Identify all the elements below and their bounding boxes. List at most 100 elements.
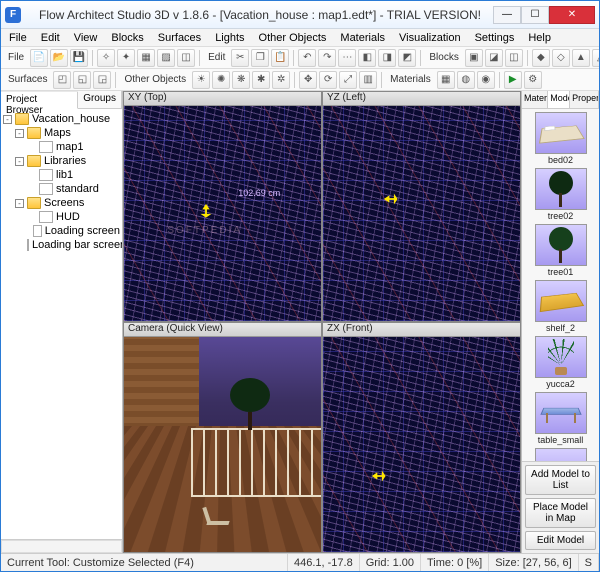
viewport-camera[interactable]: Camera (Quick View) <box>124 323 321 552</box>
object-icon[interactable]: ✱ <box>252 71 270 89</box>
tool-icon[interactable]: ◇ <box>552 49 570 67</box>
menu-view[interactable]: View <box>68 31 104 45</box>
undo-icon[interactable]: ↶ <box>298 49 316 67</box>
tool-icon[interactable]: ⋯ <box>338 49 356 67</box>
play-icon[interactable]: ▶ <box>504 71 522 89</box>
menu-lights[interactable]: Lights <box>209 31 250 45</box>
tool-icon[interactable]: ◆ <box>532 49 550 67</box>
viewport-xy-top[interactable]: XY (Top) 102.69 cm SOFTPEDIA <box>124 92 321 321</box>
material-icon[interactable]: ▦ <box>437 71 455 89</box>
tool-icon[interactable]: ◧ <box>358 49 376 67</box>
surface-icon[interactable]: ◲ <box>93 71 111 89</box>
cut-icon[interactable]: ✂ <box>231 49 249 67</box>
menu-blocks[interactable]: Blocks <box>105 31 149 45</box>
tab-groups[interactable]: Groups <box>78 91 122 108</box>
place-model-button[interactable]: Place Model in Map <box>525 498 596 528</box>
menu-materials[interactable]: Materials <box>334 31 391 45</box>
tool-icon[interactable]: ⚙ <box>524 71 542 89</box>
toolbar-label-other-objects: Other Objects <box>120 74 190 85</box>
add-model-button[interactable]: Add Model to List <box>525 465 596 495</box>
model-label: bed02 <box>548 155 573 165</box>
surface-icon[interactable]: ◰ <box>53 71 71 89</box>
maximize-button[interactable]: ☐ <box>521 6 549 24</box>
gizmo-arrow-icon <box>370 465 392 487</box>
material-icon[interactable]: ◉ <box>477 71 495 89</box>
menu-edit[interactable]: Edit <box>35 31 66 45</box>
paste-icon[interactable]: 📋 <box>271 49 289 67</box>
block-icon[interactable]: ◪ <box>485 49 503 67</box>
tool-icon[interactable]: ▥ <box>359 71 377 89</box>
model-item-shelf1[interactable]: shelf1 <box>533 448 589 461</box>
tree-item-loading-bar-screen[interactable]: Loading bar screen <box>3 238 120 252</box>
tree-label: lib1 <box>56 169 73 181</box>
model-item-table-small[interactable]: table_small <box>533 392 589 445</box>
scale-icon[interactable]: ⤢ <box>339 71 357 89</box>
tree-label: Maps <box>44 127 71 139</box>
menu-file[interactable]: File <box>3 31 33 45</box>
tree-maps[interactable]: -Maps <box>3 126 120 140</box>
model-item-bed02[interactable]: bed02 <box>533 112 589 165</box>
tool-icon[interactable]: ▨ <box>157 49 175 67</box>
tree-label: Loading bar screen <box>32 239 122 251</box>
viewport-zx-front[interactable]: ZX (Front) <box>323 323 520 552</box>
menu-help[interactable]: Help <box>522 31 557 45</box>
viewport-title: ZX (Front) <box>323 323 520 337</box>
tab-models[interactable]: Models <box>548 91 570 108</box>
tree-label: map1 <box>56 141 84 153</box>
tool-icon[interactable]: ✦ <box>117 49 135 67</box>
save-icon[interactable]: 💾 <box>70 49 88 67</box>
project-tree[interactable]: -Vacation_house -Maps map1 -Libraries li… <box>1 109 122 539</box>
redo-icon[interactable]: ↷ <box>318 49 336 67</box>
minimize-button[interactable]: ― <box>493 6 521 24</box>
tab-properties[interactable]: Properties <box>570 91 599 108</box>
viewport-title: YZ (Left) <box>323 92 520 106</box>
menu-settings[interactable]: Settings <box>469 31 521 45</box>
surface-icon[interactable]: ◱ <box>73 71 91 89</box>
object-icon[interactable]: ☀ <box>192 71 210 89</box>
new-icon[interactable]: 📄 <box>30 49 48 67</box>
tree-item-hud[interactable]: HUD <box>3 210 120 224</box>
tool-icon[interactable]: ▲ <box>572 49 590 67</box>
block-icon[interactable]: ◫ <box>505 49 523 67</box>
menu-visualization[interactable]: Visualization <box>393 31 467 45</box>
model-item-tree02[interactable]: tree02 <box>533 168 589 221</box>
tool-icon[interactable]: ✧ <box>97 49 115 67</box>
status-coords: 446.1, -17.8 <box>288 554 360 571</box>
object-icon[interactable]: ✲ <box>272 71 290 89</box>
model-item-shelf2[interactable]: shelf_2 <box>533 280 589 333</box>
block-icon[interactable]: ▣ <box>465 49 483 67</box>
rotate-icon[interactable]: ⟳ <box>319 71 337 89</box>
copy-icon[interactable]: ❐ <box>251 49 269 67</box>
model-list[interactable]: bed02 tree02 tree01 shelf_2 yucca2 table… <box>522 109 599 461</box>
model-item-yucca2[interactable]: yucca2 <box>533 336 589 389</box>
tree-item-loading-screen[interactable]: Loading screen <box>3 224 120 238</box>
object-icon[interactable]: ✺ <box>212 71 230 89</box>
render-tree <box>230 378 270 428</box>
menu-surfaces[interactable]: Surfaces <box>152 31 207 45</box>
tool-icon[interactable]: △ <box>592 49 599 67</box>
tool-icon[interactable]: ◨ <box>378 49 396 67</box>
tree-libraries[interactable]: -Libraries <box>3 154 120 168</box>
tree-item-standard[interactable]: standard <box>3 182 120 196</box>
tree-item-map1[interactable]: map1 <box>3 140 120 154</box>
tool-icon[interactable]: ◫ <box>177 49 195 67</box>
viewport-yz-left[interactable]: YZ (Left) <box>323 92 520 321</box>
project-browser-panel: Project Browser Groups -Vacation_house -… <box>1 91 123 553</box>
tree-item-lib1[interactable]: lib1 <box>3 168 120 182</box>
edit-model-button[interactable]: Edit Model <box>525 531 596 550</box>
close-button[interactable]: ✕ <box>549 6 595 24</box>
tab-project-browser[interactable]: Project Browser <box>1 92 78 109</box>
model-label: tree01 <box>548 267 574 277</box>
open-icon[interactable]: 📂 <box>50 49 68 67</box>
tool-icon[interactable]: ◩ <box>398 49 416 67</box>
menu-other-objects[interactable]: Other Objects <box>253 31 333 45</box>
object-icon[interactable]: ❋ <box>232 71 250 89</box>
model-item-tree01[interactable]: tree01 <box>533 224 589 277</box>
material-icon[interactable]: ◍ <box>457 71 475 89</box>
tool-icon[interactable]: ▦ <box>137 49 155 67</box>
browser-hscroll[interactable] <box>1 539 122 553</box>
gizmo-arrow-icon <box>382 188 404 210</box>
tree-screens[interactable]: -Screens <box>3 196 120 210</box>
move-icon[interactable]: ✥ <box>299 71 317 89</box>
tab-materials[interactable]: Materials <box>522 91 548 108</box>
